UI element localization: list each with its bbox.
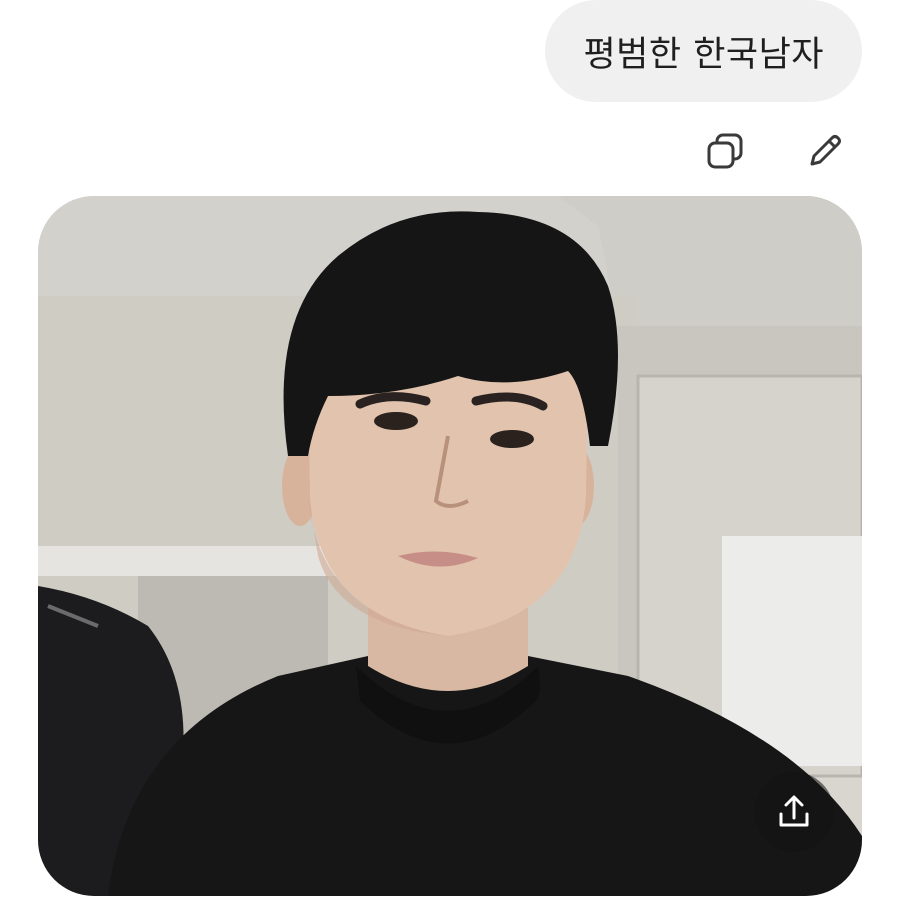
share-button[interactable] [754, 772, 834, 852]
user-message-text: 평범한 한국남자 [583, 34, 824, 75]
user-message-bubble: 평범한 한국남자 [545, 0, 862, 102]
pencil-icon [810, 135, 841, 166]
message-actions [702, 128, 848, 174]
generated-image[interactable] [38, 196, 862, 896]
portrait-photo [38, 196, 862, 896]
chat-screen: 평범한 한국남자 [0, 0, 900, 914]
copy-button[interactable] [702, 128, 748, 174]
edit-button[interactable] [802, 128, 848, 174]
share-upload-icon [779, 795, 809, 827]
copy-icon [707, 133, 743, 169]
